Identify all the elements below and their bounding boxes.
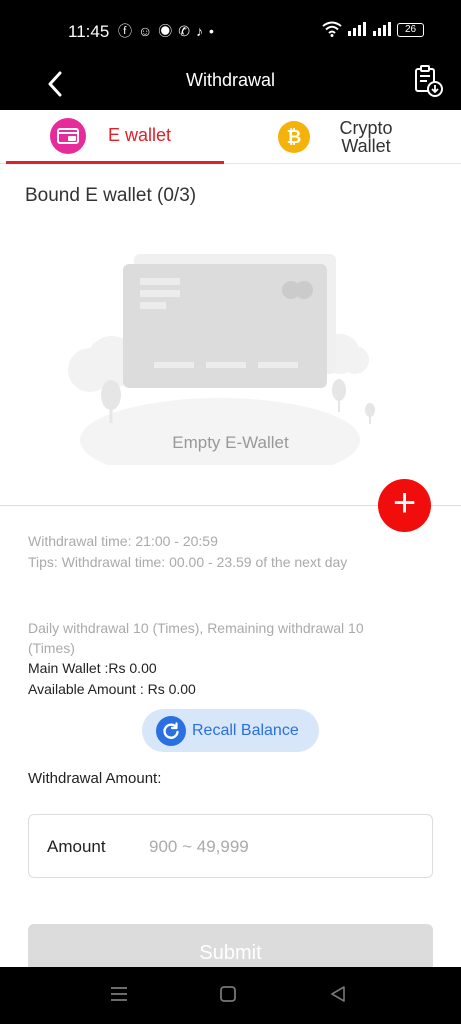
status-bar: 11:45 ⓕ☺◉✆♪• 26 (0, 0, 461, 60)
menu-icon (111, 987, 127, 1001)
signal-icon (373, 21, 392, 36)
refresh-icon (156, 715, 186, 746)
tab-e-wallet[interactable]: E wallet (6, 110, 224, 164)
facebook-icon: ⓕ (118, 23, 138, 39)
wifi-icon (322, 21, 342, 37)
page-title: Withdrawal (185, 70, 276, 90)
tab-e-wallet-label: E wallet (108, 125, 172, 145)
signal-icon (347, 21, 366, 36)
tiktok-icon: ♪ (196, 23, 210, 39)
amount-field-container: Amount (28, 814, 433, 878)
messenger-icon: ◉ (158, 23, 179, 39)
plus-icon: + (392, 481, 417, 525)
triangle-back-icon (331, 986, 345, 1002)
e-wallet-icon (50, 117, 86, 154)
available-amount-text: Available Amount : Rs 0.00 (28, 681, 196, 697)
tab-crypto-wallet[interactable]: ₿ Crypto Wallet (232, 110, 461, 164)
wallet-tabs: E wallet ₿ Crypto Wallet (0, 110, 461, 164)
main-wallet-text: Main Wallet :Rs 0.00 (28, 660, 157, 676)
signal-icons (322, 20, 393, 37)
amount-input[interactable] (149, 827, 419, 867)
tab-crypto-line1: Crypto (339, 118, 393, 138)
tab-crypto-line2: Wallet (341, 136, 391, 156)
daily-withdrawal-text: Daily withdrawal 10 (Times), Remaining w… (28, 620, 364, 656)
clipboard-download-icon (415, 65, 443, 97)
recall-balance-label: Recall Balance (192, 721, 299, 739)
system-nav-bar (0, 967, 461, 1024)
phone-icon: ✆ (178, 23, 197, 39)
square-icon (220, 986, 236, 1002)
notification-icons: ⓕ☺◉✆♪• (118, 21, 220, 41)
tips-text: Tips: Withdrawal time: 00.00 - 23.59 of … (28, 554, 348, 570)
empty-wallet-label: Empty E-Wallet (172, 433, 289, 452)
withdrawal-amount-label: Withdrawal Amount: (28, 770, 162, 787)
back-nav-button[interactable] (329, 985, 353, 1007)
app-header: Withdrawal (0, 60, 461, 110)
bitcoin-icon: ₿ (278, 121, 310, 153)
dot-icon: • (209, 23, 220, 39)
snapchat-icon: ☺ (138, 23, 159, 39)
bound-e-wallet-title: Bound E wallet (0/3) (25, 185, 197, 206)
add-wallet-button[interactable]: + (378, 479, 431, 532)
tab-crypto-wallet-label: Crypto Wallet (336, 119, 396, 155)
home-button[interactable] (219, 985, 243, 1007)
battery-icon: 26 (397, 23, 424, 37)
withdrawal-record-button[interactable] (412, 64, 444, 98)
withdrawal-time-text: Withdrawal time: 21:00 - 20:59 (28, 533, 218, 549)
amount-label: Amount (47, 837, 106, 856)
recent-apps-button[interactable] (109, 985, 133, 1007)
status-time: 11:45 (68, 22, 110, 41)
recall-balance-button[interactable]: Recall Balance (142, 709, 319, 752)
